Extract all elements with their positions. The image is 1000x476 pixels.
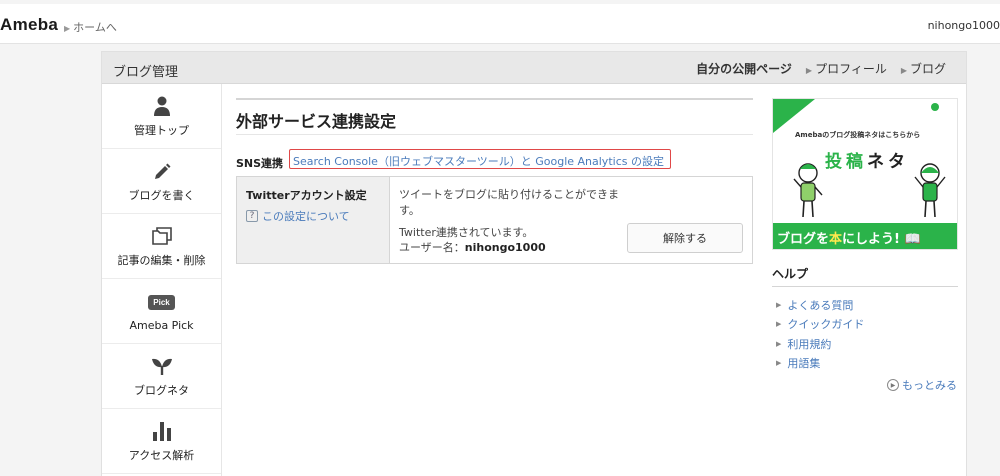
help-link-label: 利用規約 xyxy=(787,337,832,351)
sidebar-item-access-analysis[interactable]: アクセス解析 xyxy=(102,409,221,474)
sidebar-item-edit-delete[interactable]: 記事の編集・削除 xyxy=(102,214,221,279)
triangle-right-icon: ▶ xyxy=(776,359,782,368)
triangle-right-icon: ▶ xyxy=(776,300,782,309)
right-column: Amebaのブログ投稿ネタはこちらから 投稿ネタ ブログを本にしよう! 📖 ヘル… xyxy=(772,98,958,393)
page-title: ブログ管理 xyxy=(113,65,179,80)
help-link-label: クイックガイド xyxy=(787,318,865,332)
search-console-analytics-link[interactable]: Search Console（旧ウェブマスターツール）と Google Anal… xyxy=(289,149,671,169)
see-more-label: もっとみる xyxy=(902,379,957,392)
banner-cta-part1: ブログを xyxy=(777,232,830,247)
person-illustration-icon xyxy=(914,163,946,218)
sidebar-item-label: 管理トップ xyxy=(134,124,189,137)
play-circle-icon: ▶ xyxy=(887,379,899,391)
unlink-button[interactable]: 解除する xyxy=(627,223,743,253)
help-link-faq[interactable]: ▶ よくある質問 xyxy=(772,295,958,315)
help-link-label: よくある質問 xyxy=(787,298,854,312)
sns-row: SNS連携 Search Console（旧ウェブマスターツール）と Googl… xyxy=(236,149,753,171)
main-content: 外部サービス連携設定 SNS連携 Search Console（旧ウェブマスター… xyxy=(236,98,753,264)
sprout-icon xyxy=(151,354,173,378)
twitter-settings-box: Twitterアカウント設定 ? この設定について ツイートをブログに貼り付ける… xyxy=(236,176,753,264)
person-icon xyxy=(153,94,171,118)
triangle-right-icon: ▶ xyxy=(776,320,782,329)
help-title: ヘルプ xyxy=(772,262,958,287)
twitter-settings-label-cell: Twitterアカウント設定 ? この設定について xyxy=(237,177,390,263)
ameba-logo[interactable]: Ameba xyxy=(0,15,58,35)
username[interactable]: nihongo1000 xyxy=(928,19,1000,32)
help-link-quick-guide[interactable]: ▶ クイックガイド xyxy=(772,315,958,335)
help-link-terms[interactable]: ▶ 利用規約 xyxy=(772,334,958,354)
blog-admin-frame: ブログ管理 自分の公開ページ ▶ プロフィール ▶ ブログ 管理トップ ブログを書く… xyxy=(101,51,967,476)
home-link-label: ホームへ xyxy=(73,21,117,34)
blog-link-label: ブログ xyxy=(909,62,946,76)
header-links: 自分の公開ページ ▶ プロフィール ▶ ブログ xyxy=(696,60,946,77)
profile-link-label: プロフィール xyxy=(815,62,887,76)
triangle-right-icon: ▶ xyxy=(900,66,907,75)
twitter-username: nihongo1000 xyxy=(464,241,546,254)
about-setting-label: この設定について xyxy=(262,210,350,223)
see-more-link[interactable]: ▶ もっとみる xyxy=(772,377,958,393)
person-illustration-icon xyxy=(793,163,823,218)
help-link-label: 用語集 xyxy=(787,357,821,371)
folder-icon xyxy=(151,224,173,248)
book-icon: 📖 xyxy=(904,232,921,247)
triangle-right-icon: ▶ xyxy=(64,24,71,33)
banner-headline-part1: 投稿 xyxy=(825,152,867,172)
bar-chart-icon xyxy=(152,419,172,443)
question-icon: ? xyxy=(246,210,258,222)
main-title: 外部サービス連携設定 xyxy=(236,98,753,135)
pencil-icon xyxy=(153,159,171,183)
sidebar-item-admin-top[interactable]: 管理トップ xyxy=(102,84,221,149)
frame-header: ブログ管理 自分の公開ページ ▶ プロフィール ▶ ブログ xyxy=(102,52,966,84)
sns-label: SNS連携 xyxy=(236,157,284,170)
home-link[interactable]: ▶ ホームへ xyxy=(64,19,117,35)
sidebar: 管理トップ ブログを書く 記事の編集・削除 Pick Ameba Pick ブロ… xyxy=(102,84,222,476)
blog-neta-banner[interactable]: Amebaのブログ投稿ネタはこちらから 投稿ネタ ブログを本にしよう! 📖 xyxy=(772,98,958,250)
sidebar-item-label: ブログネタ xyxy=(134,384,189,397)
sidebar-item-label: ブログを書く xyxy=(128,189,195,202)
username-label: ユーザー名： xyxy=(399,241,465,254)
sidebar-item-label: アクセス解析 xyxy=(128,449,195,462)
about-setting-link[interactable]: ? この設定について xyxy=(246,208,380,224)
help-links: ▶ よくある質問 ▶ クイックガイド ▶ 利用規約 ▶ 用語集 xyxy=(772,295,958,373)
banner-headline-part2: ネタ xyxy=(867,152,909,172)
sidebar-item-blog-neta[interactable]: ブログネタ xyxy=(102,344,221,409)
blog-link[interactable]: ▶ ブログ xyxy=(901,60,946,77)
banner-headline: 投稿ネタ xyxy=(825,147,909,172)
twitter-description: ツイートをブログに貼り付けることができます。 xyxy=(399,188,619,217)
banner-subtitle: Amebaのブログ投稿ネタはこちらから xyxy=(795,131,921,139)
twitter-settings-heading: Twitterアカウント設定 xyxy=(246,189,367,202)
sidebar-item-ameba-pick[interactable]: Pick Ameba Pick xyxy=(102,279,221,344)
twitter-settings-value-cell: ツイートをブログに貼り付けることができます。 Twitter連携されています。 … xyxy=(390,177,752,263)
pick-badge-wrapper: Pick xyxy=(148,291,175,315)
sidebar-item-label: Ameba Pick xyxy=(129,318,194,332)
banner-dot xyxy=(931,103,939,111)
banner-cta-part3: にしよう! xyxy=(842,232,900,247)
top-bar: Ameba ▶ ホームへ nihongo1000 xyxy=(0,4,1000,44)
sidebar-item-write-blog[interactable]: ブログを書く xyxy=(102,149,221,214)
my-public-page-link[interactable]: 自分の公開ページ xyxy=(696,60,792,77)
sidebar-item-label: 記事の編集・削除 xyxy=(117,254,206,267)
banner-cta-part2: 本 xyxy=(829,232,843,247)
help-link-glossary[interactable]: ▶ 用語集 xyxy=(772,354,958,374)
pick-badge-icon: Pick xyxy=(148,295,175,310)
triangle-right-icon: ▶ xyxy=(776,339,782,348)
banner-decoration xyxy=(773,99,815,133)
profile-link[interactable]: ▶ プロフィール xyxy=(806,60,887,77)
banner-cta: ブログを本にしよう! 📖 xyxy=(773,223,957,249)
triangle-right-icon: ▶ xyxy=(805,66,813,75)
